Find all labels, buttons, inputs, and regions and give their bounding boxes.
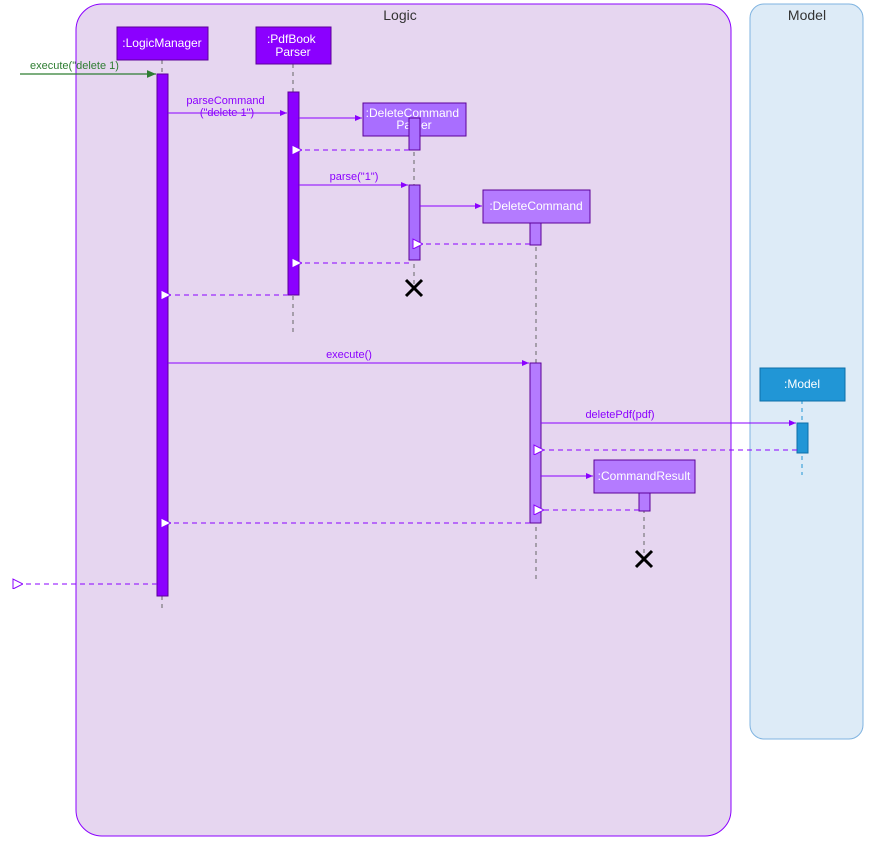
activation-deletecommand-1: [530, 223, 541, 245]
activation-logicmanager: [157, 74, 168, 596]
diagram-canvas: Logic Model :LogicManager :PdfBook Parse…: [0, 0, 869, 841]
participant-logicmanager-label: :LogicManager: [122, 36, 201, 50]
participant-model-label: :Model: [784, 377, 820, 391]
participant-deletecommand-label: :DeleteCommand: [489, 199, 582, 213]
msg-entry-label: execute("delete 1): [30, 60, 119, 72]
activation-commandresult: [639, 493, 650, 511]
activation-model: [797, 423, 808, 453]
frame-model-title: Model: [788, 7, 826, 23]
activation-pdfbookparser: [288, 92, 299, 295]
sequence-diagram: Logic Model :LogicManager :PdfBook Parse…: [0, 0, 869, 841]
activation-deletecommand-2: [530, 363, 541, 523]
frame-logic-title: Logic: [383, 7, 416, 23]
activation-deletecommandparser-1: [409, 118, 420, 150]
msg-parse-label: parse("1"): [330, 171, 379, 183]
participant-commandresult-label: :CommandResult: [598, 469, 691, 483]
activation-deletecommandparser-2: [409, 185, 420, 260]
msg-execute-label: execute(): [326, 349, 372, 361]
msg-deletepdf-label: deletePdf(pdf): [585, 409, 654, 421]
